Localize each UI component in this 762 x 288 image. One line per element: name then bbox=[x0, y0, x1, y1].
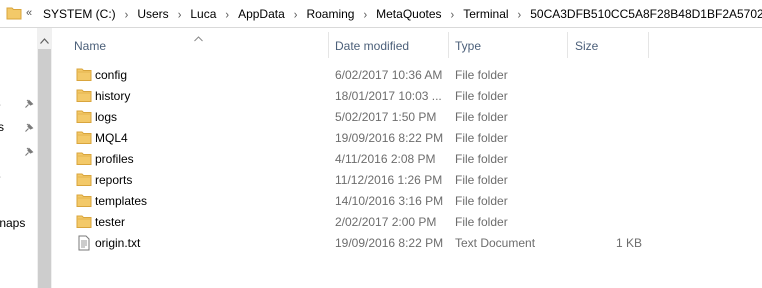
breadcrumb-separator-icon[interactable]: › bbox=[518, 8, 522, 21]
nav-scrollbar[interactable] bbox=[37, 28, 52, 288]
file-row[interactable]: MQL4 19/09/2016 8:22 PM File folder bbox=[52, 127, 762, 148]
file-date-modified: 2/02/2017 2:00 PM bbox=[335, 215, 437, 229]
folder-icon bbox=[76, 109, 92, 127]
nav-item[interactable]: nts bbox=[0, 120, 36, 136]
nav-item[interactable] bbox=[0, 144, 36, 160]
file-name: config bbox=[95, 68, 128, 82]
file-type: File folder bbox=[455, 89, 508, 103]
breadcrumb-item[interactable]: Users bbox=[137, 7, 168, 21]
nav-item[interactable]: s bbox=[0, 240, 36, 256]
file-row[interactable]: history 18/01/2017 10:03 ... File folder bbox=[52, 85, 762, 106]
file-name: reports bbox=[95, 173, 133, 187]
breadcrumb-item[interactable]: Luca bbox=[190, 7, 216, 21]
file-row[interactable]: templates 14/10/2016 3:16 PM File folder bbox=[52, 190, 762, 211]
scroll-up-arrow-icon[interactable] bbox=[40, 33, 49, 47]
file-date-modified: 14/10/2016 3:16 PM bbox=[335, 194, 444, 208]
folder-icon bbox=[76, 151, 92, 169]
folder-icon bbox=[76, 130, 92, 148]
file-name: origin.txt bbox=[95, 236, 141, 250]
file-type: File folder bbox=[455, 173, 508, 187]
nav-item-label: ds bbox=[0, 96, 1, 110]
file-type: File folder bbox=[455, 215, 508, 229]
file-row[interactable]: config 6/02/2017 10:36 AM File folder bbox=[52, 64, 762, 85]
navigation-pane: ss ds nts es tSnaps s bbox=[0, 28, 36, 288]
nav-item-label: es bbox=[0, 168, 1, 182]
folder-icon bbox=[76, 193, 92, 211]
breadcrumb: SYSTEM (C:) › Users › Luca › AppData › Roaming › M… bbox=[43, 7, 762, 22]
file-type: File folder bbox=[455, 194, 508, 208]
file-date-modified: 6/02/2017 10:36 AM bbox=[335, 68, 443, 82]
file-date-modified: 18/01/2017 10:03 ... bbox=[335, 89, 442, 103]
pin-icon[interactable] bbox=[24, 98, 34, 112]
pin-icon[interactable] bbox=[24, 122, 34, 136]
file-date-modified: 5/02/2017 1:50 PM bbox=[335, 110, 437, 124]
column-divider[interactable] bbox=[567, 32, 568, 58]
file-row[interactable]: logs 5/02/2017 1:50 PM File folder bbox=[52, 106, 762, 127]
file-date-modified: 19/09/2016 8:22 PM bbox=[335, 236, 444, 250]
file-row[interactable]: tester 2/02/2017 2:00 PM File folder bbox=[52, 211, 762, 232]
breadcrumb-item[interactable]: AppData bbox=[238, 7, 285, 21]
file-row[interactable]: reports 11/12/2016 1:26 PM File folder bbox=[52, 169, 762, 190]
file-size: 1 KB bbox=[615, 236, 642, 250]
breadcrumb-item[interactable]: Roaming bbox=[306, 7, 354, 21]
breadcrumb-item[interactable]: 50CA3DFB510CC5A8F28B48D1BF2A5702 bbox=[530, 7, 762, 21]
file-type: File folder bbox=[455, 152, 508, 166]
nav-item[interactable]: ds bbox=[0, 96, 36, 112]
file-name: templates bbox=[95, 194, 148, 208]
file-row[interactable]: origin.txt 19/09/2016 8:22 PM Text Documen… bbox=[52, 232, 762, 253]
file-date-modified: 4/11/2016 2:08 PM bbox=[335, 152, 436, 166]
breadcrumb-separator-icon[interactable]: › bbox=[294, 8, 298, 21]
file-name: MQL4 bbox=[95, 131, 128, 145]
column-header-type[interactable]: Type bbox=[455, 39, 481, 53]
nav-item-label: nts bbox=[0, 120, 5, 134]
breadcrumb-separator-icon[interactable]: › bbox=[451, 8, 455, 21]
file-name: logs bbox=[95, 110, 118, 124]
breadcrumb-separator-icon[interactable]: › bbox=[225, 8, 229, 21]
column-divider[interactable] bbox=[448, 32, 449, 58]
folder-icon bbox=[6, 6, 22, 23]
address-bar[interactable]: « SYSTEM (C:) › Users › Luca › AppData › Roaming… bbox=[0, 0, 762, 28]
text-file-icon bbox=[76, 235, 92, 254]
file-list: config 6/02/2017 10:36 AM File folder histo… bbox=[52, 64, 762, 253]
nav-item[interactable]: tSnaps bbox=[0, 216, 36, 232]
breadcrumb-separator-icon[interactable]: › bbox=[178, 8, 182, 21]
sort-ascending-icon bbox=[194, 31, 203, 45]
file-type: Text Document bbox=[455, 236, 536, 250]
file-row[interactable]: profiles 4/11/2016 2:08 PM File folder bbox=[52, 148, 762, 169]
folder-icon bbox=[76, 214, 92, 232]
column-header-name[interactable]: Name bbox=[74, 39, 106, 53]
nav-item[interactable]: ss bbox=[0, 48, 36, 64]
column-header-size[interactable]: Size bbox=[575, 39, 598, 53]
nav-item[interactable]: es bbox=[0, 168, 36, 184]
file-date-modified: 11/12/2016 1:26 PM bbox=[335, 173, 443, 187]
breadcrumb-item[interactable]: SYSTEM (C:) bbox=[43, 7, 116, 21]
folder-icon bbox=[76, 88, 92, 106]
scrollbar-thumb[interactable] bbox=[38, 49, 51, 288]
overflow-chevron-icon[interactable]: « bbox=[26, 7, 32, 19]
file-type: File folder bbox=[455, 68, 508, 82]
breadcrumb-item[interactable]: Terminal bbox=[463, 7, 508, 21]
folder-icon bbox=[76, 67, 92, 85]
breadcrumb-item[interactable]: MetaQuotes bbox=[376, 7, 441, 21]
file-name: profiles bbox=[95, 152, 134, 166]
breadcrumb-separator-icon[interactable]: › bbox=[363, 8, 367, 21]
file-name: tester bbox=[95, 215, 126, 229]
breadcrumb-separator-icon[interactable]: › bbox=[125, 8, 129, 21]
file-name: history bbox=[95, 89, 131, 103]
column-header-row: Name Date modified Type Size bbox=[52, 28, 762, 62]
file-date-modified: 19/09/2016 8:22 PM bbox=[335, 131, 444, 145]
folder-icon bbox=[76, 172, 92, 190]
column-header-date-modified[interactable]: Date modified bbox=[335, 39, 409, 53]
nav-item-label: tSnaps bbox=[0, 216, 26, 230]
file-type: File folder bbox=[455, 110, 508, 124]
column-divider[interactable] bbox=[648, 32, 649, 58]
column-divider[interactable] bbox=[328, 32, 329, 58]
file-type: File folder bbox=[455, 131, 508, 145]
pin-icon[interactable] bbox=[24, 146, 34, 160]
